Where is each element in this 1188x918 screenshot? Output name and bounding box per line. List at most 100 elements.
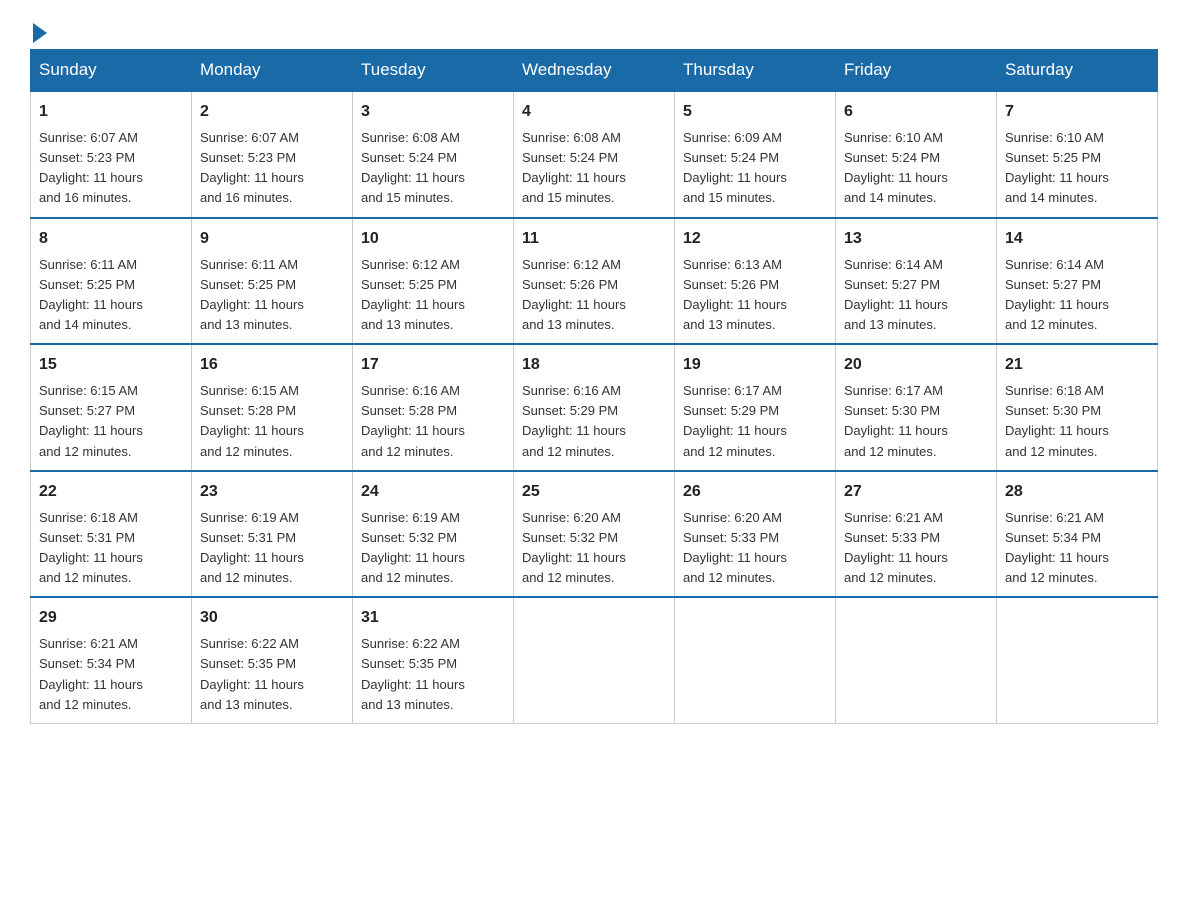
day-info: Sunrise: 6:18 AMSunset: 5:30 PMDaylight:… (1005, 381, 1149, 462)
calendar-cell: 13Sunrise: 6:14 AMSunset: 5:27 PMDayligh… (836, 218, 997, 345)
day-info: Sunrise: 6:15 AMSunset: 5:28 PMDaylight:… (200, 381, 344, 462)
day-info: Sunrise: 6:10 AMSunset: 5:25 PMDaylight:… (1005, 128, 1149, 209)
day-info: Sunrise: 6:21 AMSunset: 5:34 PMDaylight:… (39, 634, 183, 715)
calendar-header-row: SundayMondayTuesdayWednesdayThursdayFrid… (31, 50, 1158, 92)
day-number: 15 (39, 353, 183, 377)
day-info: Sunrise: 6:18 AMSunset: 5:31 PMDaylight:… (39, 508, 183, 589)
calendar-cell: 7 Sunrise: 6:10 AMSunset: 5:25 PMDaylight… (997, 91, 1158, 218)
calendar-cell: 25 Sunrise: 6:20 AMSunset: 5:32 PMDayligh… (514, 471, 675, 598)
header-friday: Friday (836, 50, 997, 92)
calendar-cell: 29 Sunrise: 6:21 AMSunset: 5:34 PMDayligh… (31, 597, 192, 723)
day-info: Sunrise: 6:07 AMSunset: 5:23 PMDaylight:… (39, 128, 183, 209)
day-info: Sunrise: 6:08 AMSunset: 5:24 PMDaylight:… (522, 128, 666, 209)
day-number: 13 (844, 227, 988, 251)
calendar-cell: 12 Sunrise: 6:13 AMSunset: 5:26 PMDayligh… (675, 218, 836, 345)
day-info: Sunrise: 6:14 AMSunset: 5:27 PMDaylight:… (1005, 255, 1149, 336)
calendar-cell: 31Sunrise: 6:22 AMSunset: 5:35 PMDayligh… (353, 597, 514, 723)
day-info: Sunrise: 6:17 AMSunset: 5:30 PMDaylight:… (844, 381, 988, 462)
header-monday: Monday (192, 50, 353, 92)
calendar-cell: 10 Sunrise: 6:12 AMSunset: 5:25 PMDayligh… (353, 218, 514, 345)
calendar-week-row: 8Sunrise: 6:11 AMSunset: 5:25 PMDaylight… (31, 218, 1158, 345)
calendar-cell: 30 Sunrise: 6:22 AMSunset: 5:35 PMDayligh… (192, 597, 353, 723)
calendar-cell (836, 597, 997, 723)
day-number: 9 (200, 227, 344, 251)
day-number: 5 (683, 100, 827, 124)
calendar-cell: 28 Sunrise: 6:21 AMSunset: 5:34 PMDayligh… (997, 471, 1158, 598)
calendar-cell: 15 Sunrise: 6:15 AMSunset: 5:27 PMDayligh… (31, 344, 192, 471)
day-number: 23 (200, 480, 344, 504)
day-number: 14 (1005, 227, 1149, 251)
day-info: Sunrise: 6:22 AMSunset: 5:35 PMDaylight:… (361, 634, 505, 715)
day-info: Sunrise: 6:21 AMSunset: 5:34 PMDaylight:… (1005, 508, 1149, 589)
day-info: Sunrise: 6:11 AMSunset: 5:25 PMDaylight:… (39, 255, 183, 336)
day-number: 26 (683, 480, 827, 504)
day-info: Sunrise: 6:19 AMSunset: 5:31 PMDaylight:… (200, 508, 344, 589)
day-number: 12 (683, 227, 827, 251)
day-number: 19 (683, 353, 827, 377)
calendar-cell: 16 Sunrise: 6:15 AMSunset: 5:28 PMDayligh… (192, 344, 353, 471)
calendar-cell: 3 Sunrise: 6:08 AMSunset: 5:24 PMDaylight… (353, 91, 514, 218)
day-number: 30 (200, 606, 344, 630)
header-thursday: Thursday (675, 50, 836, 92)
day-number: 27 (844, 480, 988, 504)
calendar-cell (997, 597, 1158, 723)
day-number: 2 (200, 100, 344, 124)
day-info: Sunrise: 6:19 AMSunset: 5:32 PMDaylight:… (361, 508, 505, 589)
calendar-cell: 21 Sunrise: 6:18 AMSunset: 5:30 PMDayligh… (997, 344, 1158, 471)
day-info: Sunrise: 6:17 AMSunset: 5:29 PMDaylight:… (683, 381, 827, 462)
calendar-cell: 27 Sunrise: 6:21 AMSunset: 5:33 PMDayligh… (836, 471, 997, 598)
calendar-cell (514, 597, 675, 723)
header-saturday: Saturday (997, 50, 1158, 92)
day-number: 21 (1005, 353, 1149, 377)
day-number: 16 (200, 353, 344, 377)
logo-arrow-icon (33, 23, 47, 43)
day-info: Sunrise: 6:11 AMSunset: 5:25 PMDaylight:… (200, 255, 344, 336)
day-number: 10 (361, 227, 505, 251)
page-header (30, 20, 1158, 39)
day-info: Sunrise: 6:09 AMSunset: 5:24 PMDaylight:… (683, 128, 827, 209)
calendar-cell: 17Sunrise: 6:16 AMSunset: 5:28 PMDayligh… (353, 344, 514, 471)
calendar-week-row: 15 Sunrise: 6:15 AMSunset: 5:27 PMDayligh… (31, 344, 1158, 471)
day-number: 28 (1005, 480, 1149, 504)
day-number: 6 (844, 100, 988, 124)
day-info: Sunrise: 6:13 AMSunset: 5:26 PMDaylight:… (683, 255, 827, 336)
day-info: Sunrise: 6:12 AMSunset: 5:25 PMDaylight:… (361, 255, 505, 336)
day-number: 17 (361, 353, 505, 377)
day-info: Sunrise: 6:16 AMSunset: 5:29 PMDaylight:… (522, 381, 666, 462)
day-number: 25 (522, 480, 666, 504)
calendar-cell: 5 Sunrise: 6:09 AMSunset: 5:24 PMDaylight… (675, 91, 836, 218)
calendar-week-row: 29 Sunrise: 6:21 AMSunset: 5:34 PMDayligh… (31, 597, 1158, 723)
calendar-cell: 26 Sunrise: 6:20 AMSunset: 5:33 PMDayligh… (675, 471, 836, 598)
day-info: Sunrise: 6:20 AMSunset: 5:32 PMDaylight:… (522, 508, 666, 589)
header-wednesday: Wednesday (514, 50, 675, 92)
day-number: 7 (1005, 100, 1149, 124)
calendar-cell: 18 Sunrise: 6:16 AMSunset: 5:29 PMDayligh… (514, 344, 675, 471)
day-number: 22 (39, 480, 183, 504)
header-tuesday: Tuesday (353, 50, 514, 92)
day-info: Sunrise: 6:15 AMSunset: 5:27 PMDaylight:… (39, 381, 183, 462)
day-info: Sunrise: 6:08 AMSunset: 5:24 PMDaylight:… (361, 128, 505, 209)
calendar-week-row: 1 Sunrise: 6:07 AMSunset: 5:23 PMDaylight… (31, 91, 1158, 218)
calendar-week-row: 22 Sunrise: 6:18 AMSunset: 5:31 PMDayligh… (31, 471, 1158, 598)
day-number: 4 (522, 100, 666, 124)
calendar-cell: 9 Sunrise: 6:11 AMSunset: 5:25 PMDaylight… (192, 218, 353, 345)
calendar-cell: 2Sunrise: 6:07 AMSunset: 5:23 PMDaylight… (192, 91, 353, 218)
logo (30, 20, 47, 39)
day-info: Sunrise: 6:21 AMSunset: 5:33 PMDaylight:… (844, 508, 988, 589)
calendar-table: SundayMondayTuesdayWednesdayThursdayFrid… (30, 49, 1158, 724)
day-info: Sunrise: 6:22 AMSunset: 5:35 PMDaylight:… (200, 634, 344, 715)
calendar-cell: 8Sunrise: 6:11 AMSunset: 5:25 PMDaylight… (31, 218, 192, 345)
day-number: 29 (39, 606, 183, 630)
day-number: 20 (844, 353, 988, 377)
day-number: 3 (361, 100, 505, 124)
day-info: Sunrise: 6:20 AMSunset: 5:33 PMDaylight:… (683, 508, 827, 589)
calendar-cell: 24Sunrise: 6:19 AMSunset: 5:32 PMDayligh… (353, 471, 514, 598)
calendar-cell: 22 Sunrise: 6:18 AMSunset: 5:31 PMDayligh… (31, 471, 192, 598)
calendar-cell: 4 Sunrise: 6:08 AMSunset: 5:24 PMDaylight… (514, 91, 675, 218)
calendar-cell: 6 Sunrise: 6:10 AMSunset: 5:24 PMDaylight… (836, 91, 997, 218)
day-number: 1 (39, 100, 183, 124)
day-info: Sunrise: 6:10 AMSunset: 5:24 PMDaylight:… (844, 128, 988, 209)
day-number: 11 (522, 227, 666, 251)
day-number: 18 (522, 353, 666, 377)
calendar-cell: 19 Sunrise: 6:17 AMSunset: 5:29 PMDayligh… (675, 344, 836, 471)
